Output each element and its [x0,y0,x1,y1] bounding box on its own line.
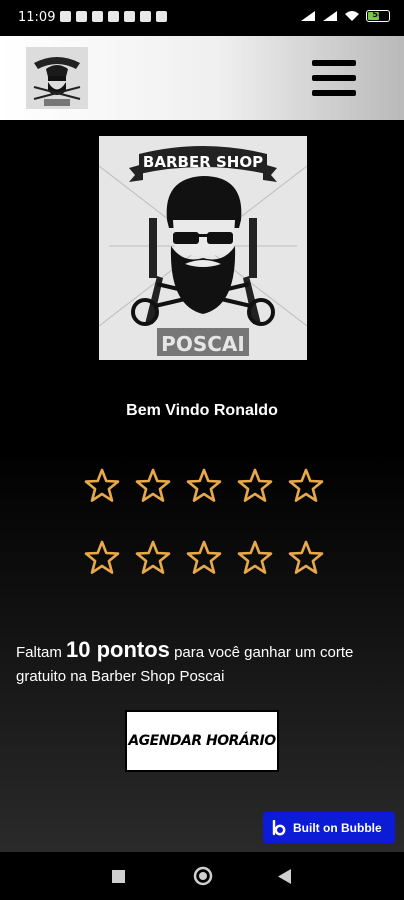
signal-icon [301,11,315,21]
welcome-message: Bem Vindo Ronaldo [126,402,278,419]
main-content: BARBER SHOP POSCAI Bem Vindo Ronaldo Fal… [0,120,404,852]
schedule-button[interactable]: AGENDAR HORÁRIO [125,710,279,772]
bubble-badge-label: Built on Bubble [293,820,382,835]
star-icon [186,468,222,502]
star-icon [84,540,120,574]
spotify-icon [92,11,103,22]
star-icon [237,540,273,574]
logo-banner-text: BARBER SHOP [143,153,263,171]
logo-name-text: POSCAI [161,332,245,356]
wrench-icon [156,11,167,22]
hamburger-menu-icon[interactable] [312,60,356,96]
points-prefix: Faltam [16,644,67,661]
star-icon [288,468,324,502]
stars-row-1 [84,468,324,504]
instagram-icon [124,11,135,22]
wifi-icon [345,11,359,21]
square-icon[interactable] [112,870,125,883]
star-icon [135,540,171,574]
menu-line [312,75,356,81]
star-icon [288,540,324,574]
pinwheel-icon [140,11,151,22]
barber-shop-poscai-logo: BARBER SHOP POSCAI [99,136,307,360]
barber-shop-logo[interactable] [26,47,88,109]
notification-icons [60,11,167,22]
star-icon [135,468,171,502]
built-on-bubble-badge[interactable]: Built on Bubble [263,812,395,843]
youtube-icon [76,11,87,22]
status-bar: 11:09 58 [0,0,404,36]
stars-row-2 [84,540,324,576]
notification-icon [60,11,71,22]
scissors-icon [108,11,119,22]
signal-icon-2 [323,11,337,21]
app-header [0,36,404,120]
circle-icon[interactable] [193,866,213,886]
bubble-logo-icon [272,819,286,835]
star-icon [84,468,120,502]
triangle-back-icon[interactable] [278,869,292,884]
star-icon [237,468,273,502]
android-nav-bar [0,852,404,900]
battery-icon: 58 [366,10,390,22]
status-time: 11:09 [18,10,56,25]
system-icons: 58 [300,10,390,22]
menu-line [312,90,356,96]
menu-line [312,60,356,66]
points-count: 10 pontos [66,637,170,662]
battery-percent: 58 [372,10,384,19]
points-message: Faltam 10 pontos para você ganhar um cor… [16,638,386,689]
star-icon [186,540,222,574]
